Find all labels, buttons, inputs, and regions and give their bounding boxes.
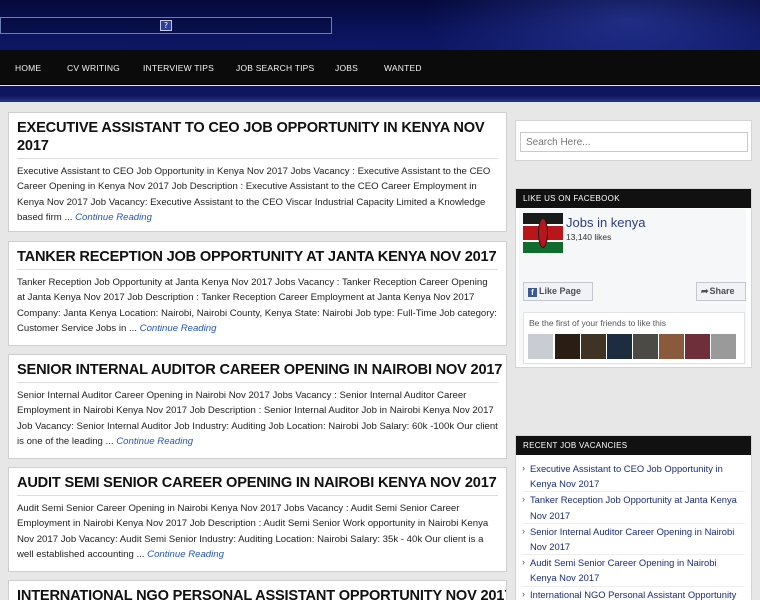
kenya-flag-logo[interactable] bbox=[523, 213, 563, 253]
post-card: EXECUTIVE ASSISTANT TO CEO JOB OPPORTUNI… bbox=[8, 112, 507, 232]
like-page-button[interactable]: f Like Page bbox=[523, 282, 593, 301]
facebook-page-plugin: Jobs in kenya 13,140 likes f Like Page ➦S… bbox=[519, 209, 746, 365]
post-title[interactable]: AUDIT SEMI SENIOR CAREER OPENING IN NAIR… bbox=[17, 468, 498, 496]
chevron-right-icon: › bbox=[522, 494, 525, 505]
nav-job-search-tips[interactable]: JOB SEARCH TIPS bbox=[236, 50, 314, 85]
search-input[interactable] bbox=[520, 132, 748, 152]
facebook-like-count: 13,140 likes bbox=[566, 232, 612, 242]
facebook-widget: LIKE US ON FACEBOOK Jobs in kenya 13,140… bbox=[515, 188, 752, 368]
post-title[interactable]: TANKER RECEPTION JOB OPPORTUNITY AT JANT… bbox=[17, 242, 498, 270]
continue-reading-link[interactable]: Continue Reading bbox=[140, 323, 217, 334]
facebook-widget-header: LIKE US ON FACEBOOK bbox=[516, 189, 751, 208]
friends-prompt: Be the first of your friends to like thi… bbox=[529, 318, 667, 328]
post-excerpt: Senior Internal Auditor Career Opening i… bbox=[17, 383, 498, 449]
main-nav: HOME CV WRITING INTERVIEW TIPS JOB SEARC… bbox=[0, 50, 760, 85]
recent-vacancies-list: › Executive Assistant to CEO Job Opportun… bbox=[516, 455, 751, 600]
recent-vacancies-header: RECENT JOB VACANCIES bbox=[516, 436, 751, 455]
recent-vacancy-link[interactable]: › International NGO Personal Assistant Op… bbox=[522, 587, 745, 600]
post-excerpt: Executive Assistant to CEO Job Opportuni… bbox=[17, 159, 498, 225]
friend-avatar[interactable] bbox=[607, 334, 632, 359]
post-excerpt-text: Audit Semi Senior Career Opening in Nair… bbox=[17, 503, 489, 560]
friend-avatar[interactable] bbox=[659, 334, 684, 359]
header-glow bbox=[420, 0, 760, 50]
nav-cv-writing[interactable]: CV WRITING bbox=[67, 50, 120, 85]
post-card: TANKER RECEPTION JOB OPPORTUNITY AT JANT… bbox=[8, 241, 507, 346]
recent-vacancy-link[interactable]: › Executive Assistant to CEO Job Opportun… bbox=[522, 461, 745, 493]
continue-reading-link[interactable]: Continue Reading bbox=[116, 436, 193, 447]
friend-avatar[interactable] bbox=[528, 334, 553, 359]
friend-avatar[interactable] bbox=[555, 334, 580, 359]
friend-avatar[interactable] bbox=[685, 334, 710, 359]
friend-avatar[interactable] bbox=[711, 334, 736, 359]
post-excerpt: Tanker Reception Job Opportunity at Jant… bbox=[17, 270, 498, 336]
post-card: INTERNATIONAL NGO PERSONAL ASSISTANT OPP… bbox=[8, 580, 507, 600]
post-title[interactable]: EXECUTIVE ASSISTANT TO CEO JOB OPPORTUNI… bbox=[17, 113, 498, 159]
site-header: ? bbox=[0, 0, 760, 50]
continue-reading-link[interactable]: Continue Reading bbox=[147, 549, 224, 560]
facebook-friends-box: Be the first of your friends to like thi… bbox=[523, 312, 745, 364]
nav-wanted[interactable]: WANTED bbox=[384, 50, 422, 85]
continue-reading-link[interactable]: Continue Reading bbox=[75, 212, 152, 223]
header-band bbox=[0, 86, 760, 102]
post-card: SENIOR INTERNAL AUDITOR CAREER OPENING I… bbox=[8, 354, 507, 459]
broken-image-icon: ? bbox=[160, 20, 172, 31]
share-button[interactable]: ➦Share bbox=[696, 282, 746, 301]
post-title[interactable]: SENIOR INTERNAL AUDITOR CAREER OPENING I… bbox=[17, 355, 502, 383]
chevron-right-icon: › bbox=[522, 463, 525, 473]
post-excerpt: Audit Semi Senior Career Opening in Nair… bbox=[17, 496, 498, 562]
chevron-right-icon: › bbox=[522, 525, 525, 536]
share-label: Share bbox=[709, 286, 735, 296]
post-excerpt-text: Tanker Reception Job Opportunity at Jant… bbox=[17, 277, 497, 334]
share-icon: ➦ bbox=[701, 286, 709, 296]
nav-home[interactable]: HOME bbox=[15, 50, 41, 85]
banner-placeholder[interactable]: ? bbox=[0, 17, 332, 34]
nav-interview-tips[interactable]: INTERVIEW TIPS bbox=[143, 50, 214, 85]
chevron-right-icon: › bbox=[522, 557, 525, 568]
facebook-page-name[interactable]: Jobs in kenya bbox=[566, 215, 646, 230]
chevron-right-icon: › bbox=[522, 588, 525, 599]
like-page-label: Like Page bbox=[539, 286, 582, 296]
recent-vacancy-link[interactable]: › Tanker Reception Job Opportunity at Jan… bbox=[522, 492, 745, 524]
facebook-icon: f bbox=[528, 288, 537, 297]
nav-jobs[interactable]: JOBS bbox=[335, 50, 358, 85]
search-widget bbox=[515, 120, 752, 161]
recent-vacancy-link[interactable]: › Audit Semi Senior Career Opening in Nai… bbox=[522, 555, 745, 587]
friend-avatar[interactable] bbox=[581, 334, 606, 359]
post-excerpt-text: Senior Internal Auditor Career Opening i… bbox=[17, 390, 498, 447]
recent-vacancy-link[interactable]: › Senior Internal Auditor Career Opening … bbox=[522, 524, 745, 556]
friend-avatar[interactable] bbox=[633, 334, 658, 359]
post-title[interactable]: INTERNATIONAL NGO PERSONAL ASSISTANT OPP… bbox=[17, 581, 506, 600]
recent-vacancies-widget: RECENT JOB VACANCIES › Executive Assistan… bbox=[515, 435, 752, 600]
post-card: AUDIT SEMI SENIOR CAREER OPENING IN NAIR… bbox=[8, 467, 507, 572]
